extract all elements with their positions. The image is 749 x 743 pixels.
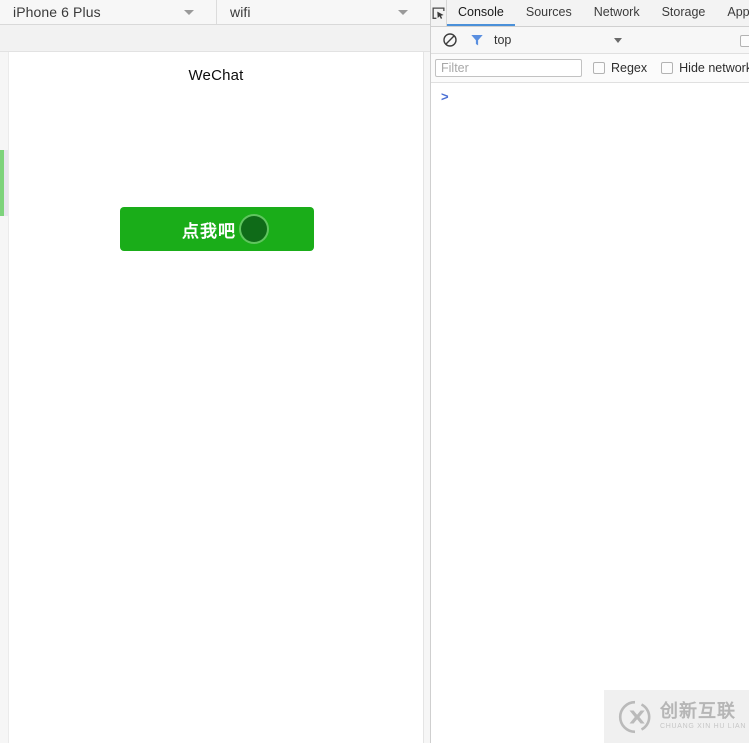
devtools-pane: Console Sources Network Storage AppD: [430, 0, 749, 743]
regex-checkbox-box[interactable]: [593, 62, 605, 74]
selection-marker: [0, 150, 4, 216]
phone-screen: WeChat 点我吧: [8, 52, 424, 743]
tab-console-label: Console: [458, 5, 504, 19]
devtools-search-bar: Regex Hide network me: [431, 54, 749, 83]
tap-me-button[interactable]: 点我吧: [120, 207, 314, 251]
simulator-pane: iPhone 6 Plus wifi WeChat 点我吧: [0, 0, 430, 743]
chevron-down-icon: [184, 10, 194, 15]
tap-hotspot-indicator: [241, 216, 267, 242]
simulator-subbar: [0, 25, 430, 52]
preserve-log-checkbox-box[interactable]: [740, 35, 749, 47]
filter-funnel-button[interactable]: [468, 31, 486, 49]
tab-storage[interactable]: Storage: [651, 0, 717, 26]
clear-console-button[interactable]: [441, 31, 459, 49]
tab-network[interactable]: Network: [583, 0, 651, 26]
tab-sources[interactable]: Sources: [515, 0, 583, 26]
tab-console[interactable]: Console: [447, 0, 515, 26]
watermark-title: 创新互联: [660, 701, 736, 721]
watermark: 创新互联 CHUANG XIN HU LIAN: [604, 690, 749, 743]
console-context-select[interactable]: top: [494, 33, 511, 47]
console-context-value: top: [494, 33, 512, 47]
clear-console-icon: [443, 33, 457, 47]
wechat-navbar-title: WeChat: [188, 67, 244, 84]
app-root: iPhone 6 Plus wifi WeChat 点我吧 Console So…: [0, 0, 749, 743]
device-model-value: iPhone 6 Plus: [13, 4, 101, 20]
console-prompt-row[interactable]: >: [431, 84, 749, 110]
filter-input[interactable]: [435, 59, 582, 77]
cx-circle-logo: [618, 700, 651, 733]
console-input-line[interactable]: [449, 90, 749, 104]
preserve-log-checkbox[interactable]: Prese: [740, 34, 749, 48]
console-output-area[interactable]: >: [431, 84, 749, 743]
regex-label: Regex: [611, 61, 648, 75]
hide-network-messages-checkbox[interactable]: Hide network me: [661, 61, 749, 75]
network-type-value: wifi: [230, 4, 251, 20]
chevron-down-icon[interactable]: [614, 38, 622, 43]
tab-application-label: AppD: [727, 5, 749, 19]
console-prompt-chevron-icon: >: [441, 89, 449, 104]
simulator-toolbar: iPhone 6 Plus wifi: [0, 0, 430, 25]
device-model-select[interactable]: iPhone 6 Plus: [0, 0, 217, 24]
watermark-subtitle: CHUANG XIN HU LIAN: [660, 723, 747, 730]
tap-me-button-label: 点我吧: [182, 221, 236, 241]
chevron-down-icon: [398, 10, 408, 15]
tab-sources-label: Sources: [525, 5, 572, 19]
filter-funnel-icon: [471, 35, 483, 46]
watermark-text: 创新互联 CHUANG XIN HU LIAN: [660, 701, 746, 732]
tab-storage-label: Storage: [661, 5, 706, 19]
tab-network-label: Network: [593, 5, 640, 19]
tab-application[interactable]: AppD: [716, 0, 749, 26]
inspect-element-icon: [432, 7, 445, 19]
hide-network-label: Hide network me: [679, 61, 749, 75]
devtools-console-toolbar: top Prese: [431, 27, 749, 54]
devtools-tabbar: Console Sources Network Storage AppD: [431, 0, 749, 27]
hide-network-checkbox-box[interactable]: [661, 62, 674, 74]
network-type-select[interactable]: wifi: [217, 0, 430, 24]
inspect-element-button[interactable]: [431, 0, 447, 26]
regex-checkbox[interactable]: Regex: [593, 61, 647, 75]
